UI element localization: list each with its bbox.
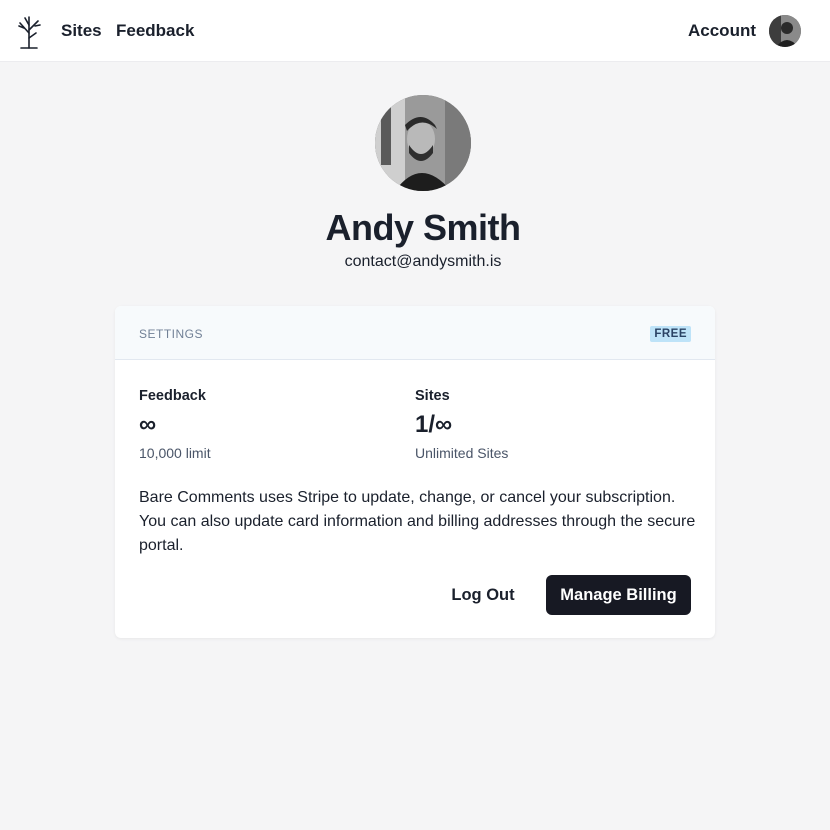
sites-stat-help: Unlimited Sites: [415, 445, 509, 461]
feedback-stat-label: Feedback: [139, 388, 206, 404]
nav-link-account[interactable]: Account: [688, 20, 756, 42]
profile-name: Andy Smith: [325, 207, 521, 248]
user-avatar[interactable]: [769, 15, 801, 47]
feedback-stat-help: 10,000 limit: [139, 445, 211, 461]
feedback-stat: Feedback ∞ 10,000 limit: [139, 388, 211, 462]
tree-icon[interactable]: [16, 13, 42, 49]
settings-title: SETTINGS: [139, 327, 204, 341]
settings-card-header: SETTINGS FREE: [115, 306, 715, 360]
profile-email: contact@andysmith.is: [344, 253, 502, 270]
manage-billing-button[interactable]: Manage Billing: [546, 575, 691, 615]
nav-link-feedback[interactable]: Feedback: [116, 20, 194, 42]
profile-avatar: [375, 95, 471, 191]
sites-stat-value: 1/∞: [415, 411, 453, 438]
nav-link-sites[interactable]: Sites: [61, 20, 102, 42]
settings-card: SETTINGS FREE Feedback ∞ 10,000 limit Si…: [115, 306, 715, 638]
feedback-stat-value: ∞: [139, 411, 157, 438]
top-navbar: Sites Feedback Account: [0, 0, 830, 62]
billing-description: Bare Comments uses Stripe to update, cha…: [139, 489, 696, 554]
plan-badge: FREE: [650, 326, 691, 342]
sites-stat: Sites 1/∞ Unlimited Sites: [415, 388, 508, 462]
sites-stat-label: Sites: [415, 388, 450, 404]
logout-button[interactable]: Log Out: [443, 575, 523, 615]
